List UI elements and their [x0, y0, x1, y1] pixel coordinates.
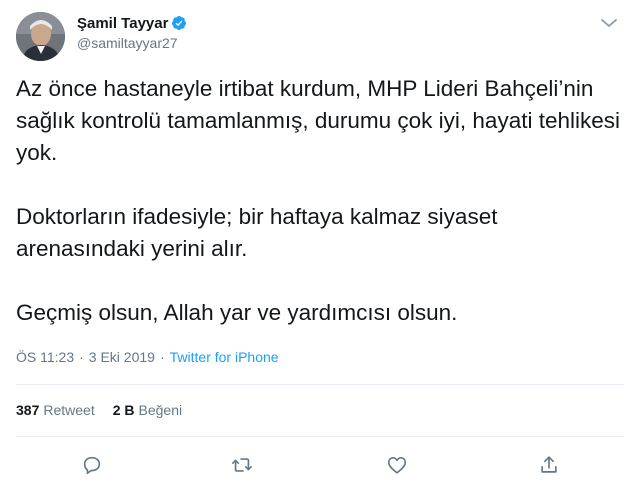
tweet-time[interactable]: ÖS 11:23 — [16, 349, 74, 365]
avatar-photo-icon — [16, 12, 65, 61]
tweet-date[interactable]: 3 Eki 2019 — [89, 349, 155, 365]
retweet-icon[interactable] — [229, 452, 255, 478]
tweet-header: Şamil Tayyar @samiltayyar27 — [16, 10, 624, 62]
tweet-text: Az önce hastaneyle irtibat kurdum, MHP L… — [16, 76, 620, 325]
like-label[interactable]: Beğeni — [139, 402, 183, 418]
retweet-count[interactable]: 387 — [16, 402, 39, 418]
tweet-stats: 387 Retweet 2 B Beğeni — [16, 402, 200, 418]
author-display-name[interactable]: Şamil Tayyar — [77, 15, 168, 32]
divider — [16, 436, 624, 437]
verified-badge-icon — [171, 15, 187, 31]
author-names: Şamil Tayyar @samiltayyar27 — [77, 13, 187, 51]
author-handle[interactable]: @samiltayyar27 — [77, 35, 187, 51]
tweet-meta: ÖS 11:23 · 3 Eki 2019 · Twitter for iPho… — [16, 349, 279, 365]
chevron-down-icon[interactable] — [598, 16, 620, 30]
reply-icon[interactable] — [79, 452, 105, 478]
tweet-actions — [0, 452, 640, 478]
tweet-source-link[interactable]: Twitter for iPhone — [170, 349, 279, 365]
meta-separator: · — [159, 349, 165, 365]
tweet-card: Şamil Tayyar @samiltayyar27 Az önce hast… — [0, 0, 640, 489]
retweet-label[interactable]: Retweet — [43, 402, 94, 418]
meta-separator: · — [79, 349, 84, 365]
like-icon[interactable] — [384, 452, 410, 478]
avatar[interactable] — [16, 12, 65, 61]
share-icon[interactable] — [536, 452, 562, 478]
divider — [16, 384, 624, 385]
like-count[interactable]: 2 B — [113, 402, 135, 418]
